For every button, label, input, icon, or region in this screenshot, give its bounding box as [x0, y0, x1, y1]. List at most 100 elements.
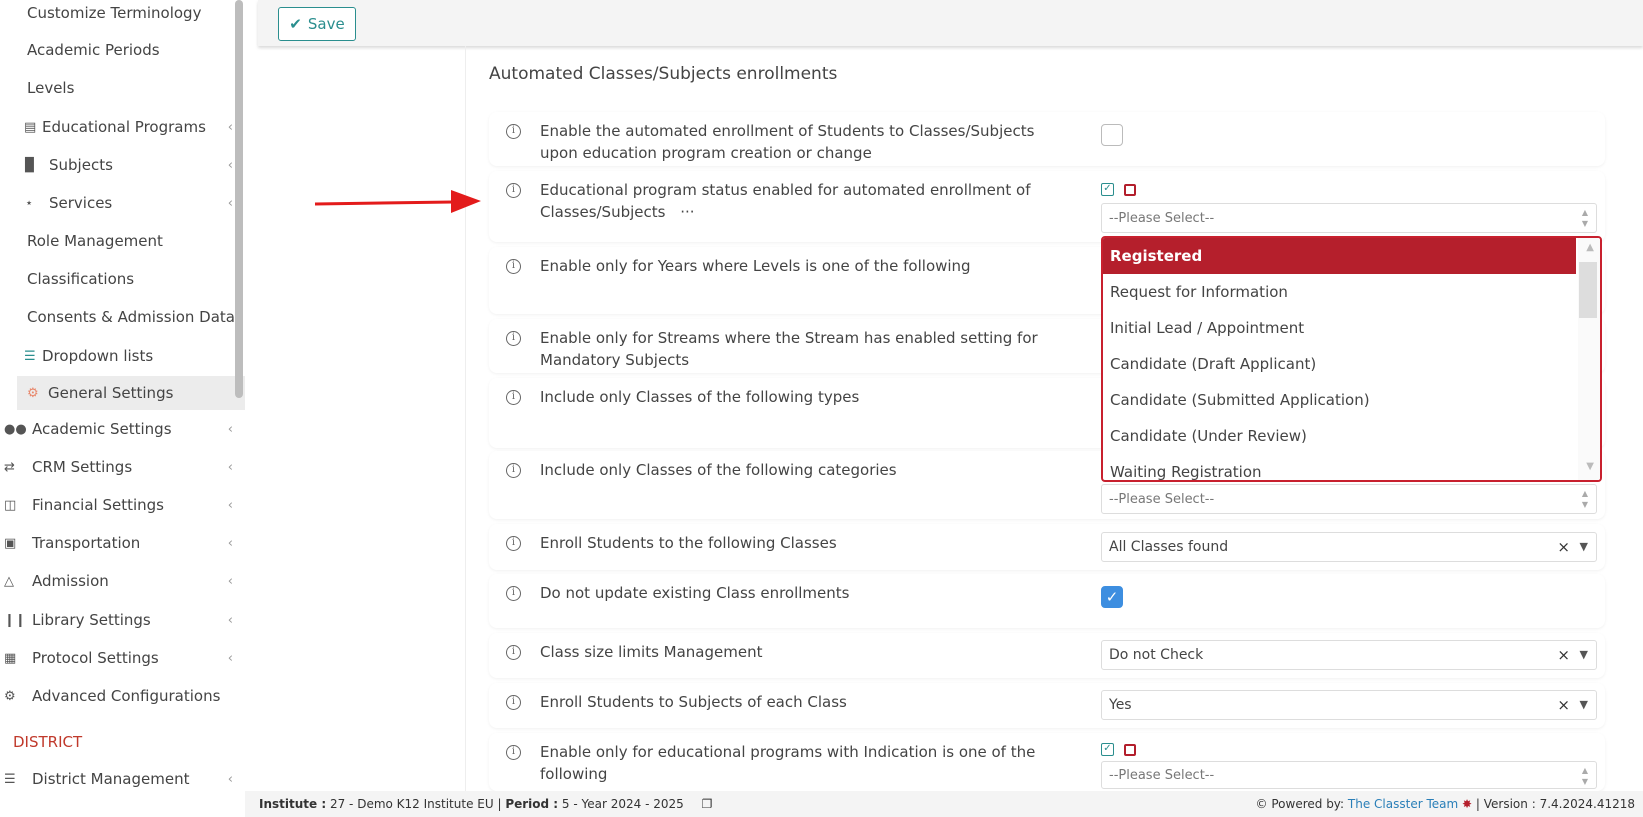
sidebar-item-library-settings[interactable]: ❙❙ Library Settings ‹: [0, 603, 245, 637]
copy-icon[interactable]: ❐: [702, 797, 713, 811]
more-icon[interactable]: ···: [680, 203, 694, 221]
shuffle-icon: ⇄: [4, 459, 15, 475]
clear-icon[interactable]: ×: [1557, 691, 1570, 719]
setting-label: Class size limits Management: [540, 643, 763, 661]
info-icon[interactable]: i: [506, 259, 521, 274]
sidebar-item-advanced-configurations[interactable]: ⚙ Advanced Configurations: [0, 679, 245, 713]
clear-icon[interactable]: ×: [1557, 641, 1570, 669]
sidebar-item-services[interactable]: ⋆ Services ‹: [0, 186, 245, 220]
coins-icon: ◫: [4, 497, 17, 513]
no-update-checkbox[interactable]: ✓: [1101, 586, 1123, 608]
setting-row-no-update: i Do not update existing Class enrollmen…: [489, 574, 1605, 628]
enroll-classes-select[interactable]: All Classes found × ▼: [1101, 532, 1597, 562]
select-all-icon[interactable]: ✓: [1101, 743, 1114, 756]
list-icon: ☰: [4, 771, 16, 787]
classter-logo-icon: ✸: [1462, 797, 1473, 811]
program-status-select[interactable]: --Please Select-- ▲ ▼: [1101, 203, 1597, 233]
listbox-scrollbar[interactable]: ▲ ▼: [1578, 238, 1600, 480]
chevron-left-icon: ‹: [227, 573, 233, 589]
setting-label: Enable the automated enrollment of Stude…: [540, 122, 1035, 162]
updown-icon: ▲ ▼: [1581, 208, 1588, 228]
deselect-all-icon[interactable]: [1124, 743, 1136, 756]
caret-down-icon: ▼: [1579, 540, 1588, 553]
option-initial-lead[interactable]: Initial Lead / Appointment: [1103, 310, 1576, 346]
info-icon[interactable]: i: [506, 390, 521, 405]
chevron-left-icon: ‹: [227, 497, 233, 513]
scroll-down-icon[interactable]: ▼: [1586, 461, 1594, 472]
select-all-icon[interactable]: ✓: [1101, 183, 1114, 196]
sidebar-item-academic-settings[interactable]: ●● Academic Settings ‹: [0, 412, 245, 446]
library-icon: ❙❙: [4, 612, 26, 628]
indication-select[interactable]: --Please Select-- ▲ ▼: [1101, 761, 1597, 789]
sidebar-item-levels[interactable]: Levels: [0, 71, 245, 105]
clear-icon[interactable]: ×: [1557, 533, 1570, 561]
sidebar-item-general-settings[interactable]: ⚙ General Settings: [17, 376, 245, 410]
sidebar-item-transportation[interactable]: ▣ Transportation ‹: [0, 526, 245, 560]
users-icon: ●●: [4, 421, 27, 437]
red-arrow-annotation: [314, 190, 481, 213]
sidebar-item-consents-admission[interactable]: Consents & Admission Data: [0, 300, 245, 334]
chevron-left-icon: ‹: [227, 771, 233, 787]
gears-icon: ⚙: [27, 385, 39, 401]
class-size-select[interactable]: Do not Check × ▼: [1101, 640, 1597, 670]
info-icon[interactable]: i: [506, 745, 521, 760]
chevron-left-icon: ‹: [227, 650, 233, 666]
sidebar-item-role-management[interactable]: Role Management: [0, 224, 245, 258]
status-options-listbox[interactable]: Registered Request for Information Initi…: [1101, 236, 1602, 482]
option-candidate-draft[interactable]: Candidate (Draft Applicant): [1103, 346, 1576, 382]
copyright-icon: ©: [1255, 797, 1268, 811]
info-icon[interactable]: i: [506, 645, 521, 660]
setting-label: Enroll Students to Subjects of each Clas…: [540, 693, 847, 711]
sidebar-item-educational-programs[interactable]: ▤ Educational Programs ‹: [0, 110, 245, 144]
info-icon[interactable]: i: [506, 695, 521, 710]
sidebar-item-crm-settings[interactable]: ⇄ CRM Settings ‹: [0, 450, 245, 484]
chevron-left-icon: ‹: [227, 157, 233, 173]
scroll-up-icon[interactable]: ▲: [1586, 242, 1594, 253]
listbox-scroll-thumb[interactable]: [1579, 262, 1597, 318]
sidebar-scrollbar[interactable]: [235, 0, 243, 398]
setting-label: Include only Classes of the following ty…: [540, 388, 860, 406]
top-toolbar: ✔ Save: [258, 0, 1643, 46]
bank-icon: △: [4, 573, 14, 589]
info-icon[interactable]: i: [506, 124, 521, 139]
sidebar-item-academic-periods[interactable]: Academic Periods: [0, 33, 245, 67]
footer: Institute : 27 - Demo K12 Institute EU |…: [245, 791, 1643, 817]
sidebar-item-admission[interactable]: △ Admission ‹: [0, 564, 245, 598]
sidebar-item-subjects[interactable]: ▉ Subjects ‹: [0, 148, 245, 182]
option-candidate-review[interactable]: Candidate (Under Review): [1103, 418, 1576, 454]
setting-row-class-size: i Class size limits Management Do not Ch…: [489, 633, 1605, 678]
classter-team-link[interactable]: The Classter Team: [1348, 797, 1458, 811]
save-button[interactable]: ✔ Save: [278, 7, 356, 41]
sidebar: Customize Terminology Academic Periods L…: [0, 0, 245, 817]
sidebar-item-district-management[interactable]: ☰ District Management ‹: [0, 762, 245, 796]
chevron-left-icon: ‹: [227, 421, 233, 437]
enroll-subjects-select[interactable]: Yes × ▼: [1101, 690, 1597, 720]
option-registered[interactable]: Registered: [1103, 238, 1576, 274]
sidebar-item-customize-terminology[interactable]: Customize Terminology: [0, 0, 245, 30]
class-categories-select[interactable]: --Please Select-- ▲ ▼: [1101, 484, 1597, 514]
option-waiting-registration[interactable]: Waiting Registration: [1103, 454, 1576, 480]
sidebar-item-dropdown-lists[interactable]: ☰ Dropdown lists: [0, 339, 245, 373]
info-icon[interactable]: i: [506, 331, 521, 346]
info-icon[interactable]: i: [506, 463, 521, 478]
deselect-all-icon[interactable]: [1124, 183, 1136, 196]
network-icon: ⋆: [25, 195, 34, 211]
setting-label: Enable only for educational programs wit…: [540, 743, 1036, 783]
updown-icon: ▲ ▼: [1581, 489, 1588, 509]
info-icon[interactable]: i: [506, 183, 521, 198]
sidebar-item-financial-settings[interactable]: ◫ Financial Settings ‹: [0, 488, 245, 522]
info-icon[interactable]: i: [506, 536, 521, 551]
info-icon[interactable]: i: [506, 586, 521, 601]
option-request-for-information[interactable]: Request for Information: [1103, 274, 1576, 310]
cogs-icon: ⚙: [4, 688, 16, 704]
sidebar-item-protocol-settings[interactable]: ▦ Protocol Settings ‹: [0, 641, 245, 675]
setting-label: Educational program status enabled for a…: [540, 181, 1031, 221]
section-title: Automated Classes/Subjects enrollments: [489, 64, 838, 84]
sidebar-item-classifications[interactable]: Classifications: [0, 262, 245, 296]
setting-row-program-status: i Educational program status enabled for…: [489, 171, 1605, 242]
auto-enroll-checkbox[interactable]: [1101, 124, 1123, 146]
check-icon: ✔: [289, 15, 302, 33]
option-candidate-submitted[interactable]: Candidate (Submitted Application): [1103, 382, 1576, 418]
chevron-left-icon: ‹: [227, 119, 233, 135]
server-icon: ▤: [24, 119, 37, 135]
